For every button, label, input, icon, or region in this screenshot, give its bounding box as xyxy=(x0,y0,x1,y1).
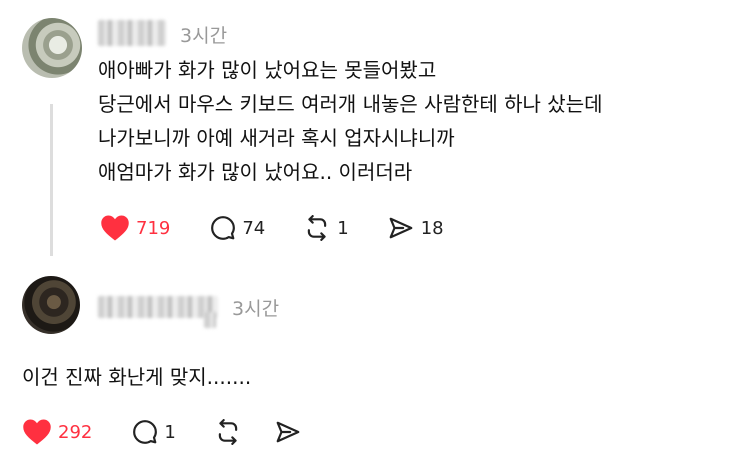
comment-icon xyxy=(211,216,236,240)
share-button[interactable]: 18 xyxy=(387,215,444,241)
share-count: 18 xyxy=(420,217,444,239)
reply-count: 74 xyxy=(242,217,266,239)
blurred-username[interactable] xyxy=(98,20,166,46)
heart-icon xyxy=(23,419,51,445)
comment-body: 애아빠가 화가 많이 났어요는 못들어봤고 당근에서 마우스 키보드 여러개 내… xyxy=(98,53,603,189)
like-button[interactable]: 292 xyxy=(22,418,92,446)
repost-button[interactable] xyxy=(214,419,242,445)
like-count: 292 xyxy=(58,421,93,443)
comment-line: 애아빠가 화가 많이 났어요는 못들어봤고 xyxy=(98,58,437,82)
comment-body: 이건 진짜 화난게 맞지....... xyxy=(22,360,251,394)
comment-line: 당근에서 마우스 키보드 여러개 내놓은 사람한테 하나 샀는데 xyxy=(98,92,603,116)
avatar[interactable] xyxy=(22,276,80,334)
blurred-username[interactable] xyxy=(98,296,218,318)
action-bar: 719 74 1 18 xyxy=(100,214,444,242)
action-bar: 292 1 xyxy=(22,418,302,446)
reply-button[interactable]: 1 xyxy=(132,419,176,445)
heart-icon xyxy=(101,215,129,241)
share-icon xyxy=(276,421,300,443)
avatar[interactable] xyxy=(22,18,82,78)
repost-count: 1 xyxy=(337,217,349,239)
comment-line: 나가보니까 아예 새거라 혹시 업자시냐니까 xyxy=(98,126,455,150)
comment-line: 이건 진짜 화난게 맞지....... xyxy=(22,365,252,389)
timestamp: 3시간 xyxy=(232,298,280,320)
repost-button[interactable]: 1 xyxy=(303,215,349,241)
thread-line xyxy=(50,104,53,256)
timestamp: 3시간 xyxy=(180,25,228,47)
like-count: 719 xyxy=(136,217,171,239)
comment-icon xyxy=(133,420,158,444)
reply-count: 1 xyxy=(164,421,176,443)
reply-button[interactable]: 74 xyxy=(210,215,265,241)
comment-line: 애엄마가 화가 많이 났어요.. 이러더라 xyxy=(98,160,413,184)
repost-icon xyxy=(218,419,238,445)
blurred-username-fragment xyxy=(204,312,216,328)
like-button[interactable]: 719 xyxy=(100,214,170,242)
share-button[interactable] xyxy=(274,419,302,445)
share-icon xyxy=(389,217,413,239)
repost-icon xyxy=(308,215,327,241)
